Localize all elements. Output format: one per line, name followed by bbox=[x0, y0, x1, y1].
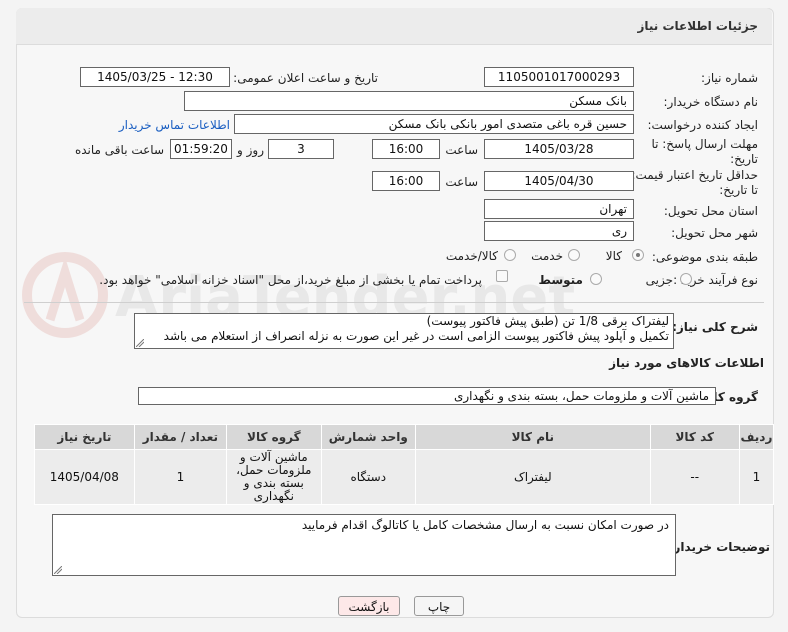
treasury-payment-note: پرداخت تمام یا بخشی از مبلغ خرید،از محل … bbox=[99, 273, 482, 287]
cell-unit: دستگاه bbox=[320, 449, 417, 505]
resize-handle-icon[interactable] bbox=[136, 339, 144, 347]
deadline-label-line1: مهلت ارسال پاسخ: تا bbox=[651, 137, 758, 151]
page-title: جزئیات اطلاعات نیاز bbox=[637, 19, 758, 33]
category-radio-goods-service[interactable] bbox=[504, 249, 516, 261]
validity-label-line1: حداقل تاریخ اعتبار قیمت: bbox=[631, 168, 758, 182]
days-label: روز و bbox=[237, 143, 264, 157]
validity-label-line2: تا تاریخ: bbox=[719, 183, 758, 197]
cell-date: 1405/04/08 bbox=[34, 449, 135, 505]
cell-name: لیفتراک bbox=[415, 449, 651, 505]
goods-group-field: ماشین آلات و ملزومات حمل، بسته بندی و نگ… bbox=[138, 387, 716, 405]
treasury-payment-checkbox[interactable] bbox=[496, 270, 508, 282]
deadline-time-field: 16:00 bbox=[372, 139, 440, 159]
creator-field: حسین قره باغی متصدی امور بانکی بانک مسکن bbox=[234, 114, 634, 134]
buyer-org-label: نام دستگاه خریدار: bbox=[663, 95, 759, 109]
cell-qty: 1 bbox=[133, 449, 228, 505]
remaining-time-label: ساعت باقی مانده bbox=[74, 143, 164, 157]
description-line-2: تکمیل و آپلود پیش فاکتور پیوست الزامی اس… bbox=[163, 329, 669, 343]
col-date: تاریخ نیاز bbox=[34, 424, 135, 450]
cell-group: ماشین آلات و ملزومات حمل، بسته بندی و نگ… bbox=[226, 449, 322, 505]
goods-section-title: اطلاعات کالاهای مورد نیاز bbox=[609, 356, 764, 370]
category-radio-goods[interactable] bbox=[632, 249, 644, 261]
cell-row: 1 bbox=[738, 449, 775, 505]
deadline-time-label: ساعت bbox=[445, 143, 478, 157]
col-row: ردیف bbox=[738, 424, 775, 450]
table-row: 1 -- لیفتراک دستگاه ماشین آلات و ملزومات… bbox=[34, 449, 775, 505]
remaining-time-field: 01:59:20 bbox=[170, 139, 232, 159]
validity-date-field: 1405/04/30 bbox=[484, 171, 634, 191]
purchase-radio-minor[interactable] bbox=[680, 273, 692, 285]
table-header-row: ردیف کد کالا نام کالا واحد شمارش گروه کا… bbox=[34, 424, 775, 450]
buyer-contact-link[interactable]: اطلاعات تماس خریدار bbox=[119, 118, 230, 132]
col-name: نام کالا bbox=[415, 424, 651, 450]
description-label: شرح کلی نیاز: bbox=[672, 320, 758, 334]
category-label: طبقه بندی موضوعی: bbox=[651, 250, 758, 264]
col-group: گروه کالا bbox=[226, 424, 322, 450]
description-textarea[interactable]: لیفتراک برقی 1/8 تن (طبق پیش فاکتور پیوس… bbox=[134, 313, 674, 349]
city-field: ری bbox=[484, 221, 634, 241]
creator-label: ایجاد کننده درخواست: bbox=[647, 118, 758, 132]
announce-date-label: تاریخ و ساعت اعلان عمومی: bbox=[233, 71, 378, 85]
deadline-label-line2: تاریخ: bbox=[730, 152, 758, 166]
category-option-service: خدمت bbox=[531, 249, 563, 263]
validity-time-label: ساعت bbox=[445, 175, 478, 189]
description-line-1: لیفتراک برقی 1/8 تن (طبق پیش فاکتور پیوس… bbox=[426, 314, 669, 328]
items-table: ردیف کد کالا نام کالا واحد شمارش گروه کا… bbox=[34, 424, 775, 505]
purchase-option-medium: متوسط bbox=[538, 273, 583, 287]
announce-date-field: 1405/03/25 - 12:30 bbox=[80, 67, 230, 87]
back-button[interactable]: بازگشت bbox=[338, 596, 400, 616]
need-number-field: 1105001017000293 bbox=[484, 67, 634, 87]
province-field: تهران bbox=[484, 199, 634, 219]
divider bbox=[24, 302, 764, 303]
resize-handle-icon[interactable] bbox=[54, 566, 62, 574]
category-option-goods: کالا bbox=[605, 249, 622, 263]
purchase-option-minor: جزیی bbox=[645, 273, 673, 287]
buyer-notes-textarea[interactable]: در صورت امکان نسبت به ارسال مشخصات کامل … bbox=[52, 514, 676, 576]
days-field: 3 bbox=[268, 139, 334, 159]
cell-code: -- bbox=[649, 449, 740, 505]
buyer-notes-label: توضیحات خریدار: bbox=[668, 540, 770, 554]
city-label: شهر محل تحویل: bbox=[671, 226, 758, 240]
category-option-goods-service: کالا/خدمت bbox=[445, 249, 498, 263]
col-code: کد کالا bbox=[649, 424, 740, 450]
validity-time-field: 16:00 bbox=[372, 171, 440, 191]
need-number-label: شماره نیاز: bbox=[701, 71, 758, 85]
category-radio-service[interactable] bbox=[568, 249, 580, 261]
province-label: استان محل تحویل: bbox=[663, 204, 758, 218]
deadline-date-field: 1405/03/28 bbox=[484, 139, 634, 159]
col-unit: واحد شمارش bbox=[320, 424, 417, 450]
print-button[interactable]: چاپ bbox=[414, 596, 464, 616]
purchase-radio-medium[interactable] bbox=[590, 273, 602, 285]
panel-header: جزئیات اطلاعات نیاز bbox=[16, 8, 772, 45]
buyer-org-field: بانک مسکن bbox=[184, 91, 634, 111]
col-qty: تعداد / مقدار bbox=[133, 424, 228, 450]
